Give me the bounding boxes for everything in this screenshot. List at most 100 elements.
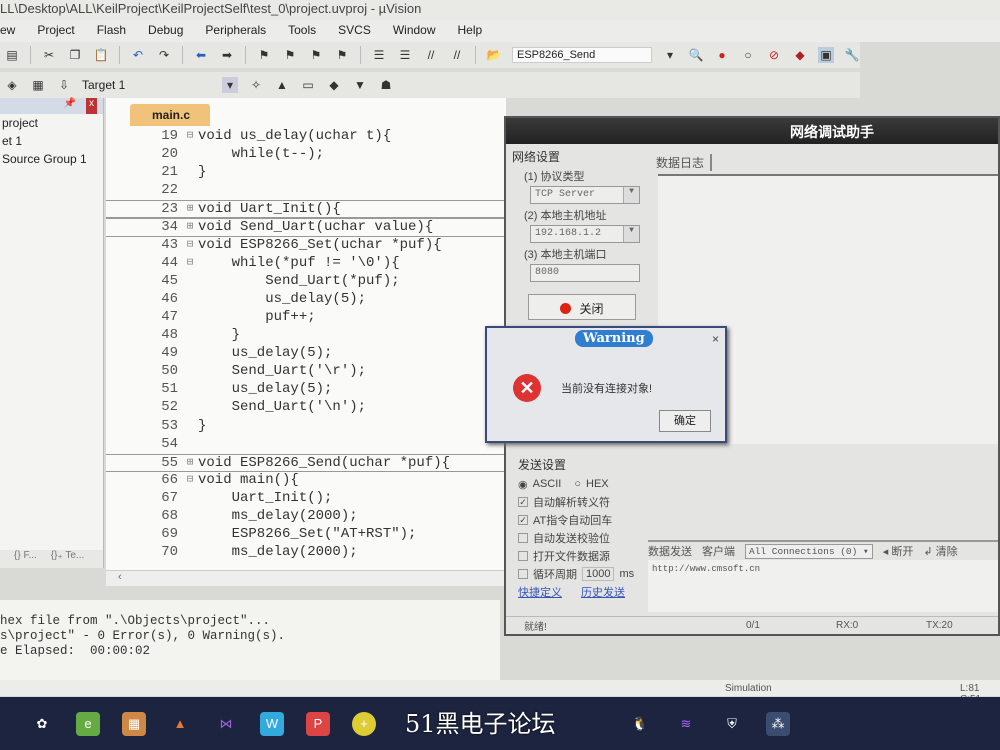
checkbox-checksum[interactable] <box>518 533 528 543</box>
code-line[interactable]: 48 } <box>106 327 506 345</box>
code-line[interactable]: 54 <box>106 436 506 454</box>
menu-tools[interactable]: Tools <box>288 23 316 42</box>
code-line[interactable]: 43 ⊟ void ESP8266_Set(uchar *puf){ <box>106 237 506 255</box>
ok-button[interactable]: 确定 <box>659 410 711 432</box>
rebuild-icon[interactable]: ▦ <box>30 77 46 93</box>
tree-item-source-group[interactable]: Source Group 1 <box>0 150 103 168</box>
protocol-select[interactable]: TCP Server ▼ <box>530 186 640 204</box>
code-line[interactable]: 69 ESP8266_Set("AT+RST"); <box>106 526 506 544</box>
menu-view[interactable]: ew <box>0 23 15 42</box>
bookmark-prev-icon[interactable]: ⚑ <box>282 47 298 63</box>
tree-item-project[interactable]: project <box>0 114 103 132</box>
target-dropdown-icon[interactable]: ▾ <box>222 77 238 93</box>
qq-icon[interactable]: 🐧 <box>628 712 652 736</box>
send-input[interactable]: http://www.cmsoft.cn <box>648 560 998 612</box>
fold-toggle-icon[interactable]: ⊞ <box>182 455 198 471</box>
manage-components-icon[interactable]: ▲ <box>274 77 290 93</box>
comment-icon[interactable]: // <box>423 47 439 63</box>
code-editor[interactable]: main.c 19 ⊟ void us_delay(uchar t){20 whil… <box>106 98 506 586</box>
tab-main-c[interactable]: main.c <box>130 104 210 126</box>
code-line[interactable]: 22 <box>106 182 506 200</box>
menu-window[interactable]: Window <box>393 23 436 42</box>
code-line[interactable]: 66 ⊟ void main(){ <box>106 472 506 490</box>
app-green-icon[interactable]: + <box>352 711 376 736</box>
bookmark-next-icon[interactable]: ⚑ <box>308 47 324 63</box>
fold-toggle-icon[interactable] <box>182 345 198 363</box>
code-line[interactable]: 47 puf++; <box>106 309 506 327</box>
fold-toggle-icon[interactable] <box>182 418 198 436</box>
matlab-icon[interactable]: ▲ <box>168 712 192 736</box>
window-layout-icon[interactable]: ▣ <box>818 47 834 63</box>
redo-icon[interactable]: ↷ <box>156 47 172 63</box>
breakpoints-kill-icon[interactable]: ◆ <box>792 47 808 63</box>
shortcut-link[interactable]: 快捷定义 <box>518 584 562 600</box>
menu-peripherals[interactable]: Peripherals <box>205 23 266 42</box>
fold-toggle-icon[interactable] <box>182 327 198 345</box>
code-line[interactable]: 45 Send_Uart(*puf); <box>106 273 506 291</box>
select-packs-icon[interactable]: ▼ <box>352 77 368 93</box>
cycle-input[interactable]: 1000 <box>582 567 615 581</box>
browser-icon[interactable]: e <box>76 711 100 736</box>
tab-data-log[interactable]: 数据日志 <box>656 154 713 171</box>
checkbox-at-cr[interactable]: ✓ <box>518 515 528 525</box>
menu-svcs[interactable]: SVCS <box>338 23 371 42</box>
breakpoints-disable-icon[interactable]: ⊘ <box>766 47 782 63</box>
connections-select[interactable]: All Connections (0) ▾ <box>745 543 873 559</box>
close-connection-button[interactable]: 关闭 <box>528 294 636 320</box>
nav-forward-icon[interactable]: ➡ <box>219 47 235 63</box>
code-line[interactable]: 67 Uart_Init(); <box>106 490 506 508</box>
tab-templates[interactable]: {}₊ Te... <box>51 550 84 568</box>
nav-back-icon[interactable]: ⬅ <box>193 47 209 63</box>
fold-toggle-icon[interactable] <box>182 291 198 309</box>
fold-toggle-icon[interactable] <box>182 309 198 327</box>
code-line[interactable]: 23 ⊞ void Uart_Init(){ <box>106 200 506 219</box>
code-line[interactable]: 68 ms_delay(2000); <box>106 508 506 526</box>
fold-toggle-icon[interactable] <box>182 381 198 399</box>
fold-toggle-icon[interactable] <box>182 164 198 182</box>
code-line[interactable]: 55 ⊞ void ESP8266_Send(uchar *puf){ <box>106 453 506 472</box>
uncomment-icon[interactable]: // <box>449 47 465 63</box>
find-in-files-icon[interactable]: 📂 <box>486 47 502 63</box>
fold-toggle-icon[interactable] <box>182 508 198 526</box>
paste-icon[interactable]: 📋 <box>93 47 109 63</box>
code-line[interactable]: 44 ⊟ while(*puf != '\0'){ <box>106 255 506 273</box>
cut-icon[interactable]: ✂ <box>41 47 57 63</box>
tab-functions[interactable]: {} F... <box>14 550 37 568</box>
indent-icon[interactable]: ☰ <box>371 47 387 63</box>
code-line[interactable]: 46 us_delay(5); <box>106 291 506 309</box>
code-line[interactable]: 50 Send_Uart('\r'); <box>106 363 506 381</box>
fold-toggle-icon[interactable] <box>182 273 198 291</box>
menu-debug[interactable]: Debug <box>148 23 183 42</box>
bookmark-icon[interactable]: ⚑ <box>256 47 272 63</box>
tab-client[interactable]: 客户端 <box>702 543 735 559</box>
wps-icon[interactable]: W <box>260 711 284 736</box>
fold-toggle-icon[interactable]: ⊟ <box>182 128 198 146</box>
fold-toggle-icon[interactable] <box>182 526 198 544</box>
find-input[interactable]: ESP8266_Send <box>512 47 652 63</box>
code-line[interactable]: 52 Send_Uart('\n'); <box>106 399 506 417</box>
fold-toggle-icon[interactable]: ⊞ <box>182 201 198 217</box>
app-stripes-icon[interactable]: ≋ <box>674 712 698 736</box>
find-icon[interactable]: 🔍 <box>688 47 704 63</box>
code-line[interactable]: 51 us_delay(5); <box>106 381 506 399</box>
download-load-icon[interactable]: ⇩ <box>56 77 72 93</box>
tree-item-target[interactable]: et 1 <box>0 132 103 150</box>
port-input[interactable]: 8080 <box>530 264 640 282</box>
checkbox-cycle[interactable] <box>518 569 528 579</box>
start-icon[interactable]: ✿ <box>30 712 54 736</box>
disconnect-button[interactable]: ◂ 断开 <box>883 543 914 559</box>
powerpoint-icon[interactable]: P <box>306 711 330 736</box>
hex-radio[interactable]: ○ <box>574 478 581 490</box>
code-line[interactable]: 49 us_delay(5); <box>106 345 506 363</box>
code-line[interactable]: 19 ⊟ void us_delay(uchar t){ <box>106 128 506 146</box>
undo-icon[interactable]: ↶ <box>130 47 146 63</box>
fold-toggle-icon[interactable]: ⊟ <box>182 237 198 255</box>
settings-wrench-icon[interactable]: 🔧 <box>844 47 860 63</box>
fold-toggle-icon[interactable]: ⊟ <box>182 255 198 273</box>
breakpoint-icon[interactable]: ○ <box>740 47 756 63</box>
build-icon[interactable]: ◈ <box>4 77 20 93</box>
code-line[interactable]: 53} <box>106 418 506 436</box>
menu-project[interactable]: Project <box>37 23 74 42</box>
dropdown-icon[interactable]: ▾ <box>662 47 678 63</box>
fold-toggle-icon[interactable] <box>182 363 198 381</box>
